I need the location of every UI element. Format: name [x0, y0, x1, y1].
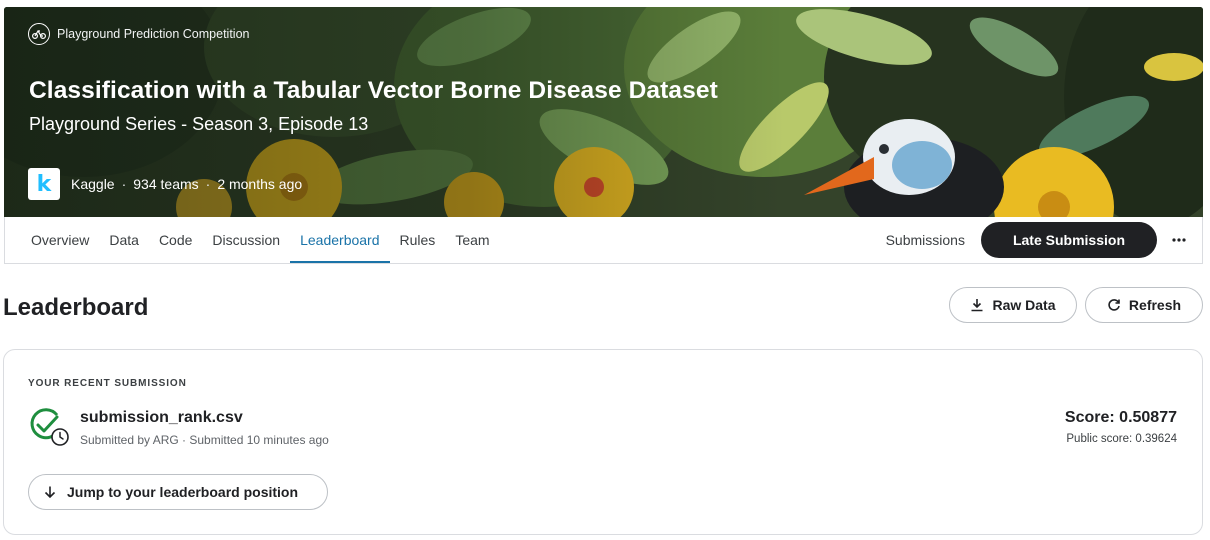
competition-subtitle: Playground Series - Season 3, Episode 13: [29, 114, 369, 134]
tab-team[interactable]: Team: [445, 217, 499, 263]
competition-meta: k Kaggle · 934 teams · 2 months ago: [28, 168, 302, 200]
late-submission-button[interactable]: Late Submission: [980, 222, 1157, 258]
tab-label: Overview: [31, 232, 90, 248]
tab-code[interactable]: Code: [149, 217, 202, 263]
tabbar-actions: Submissions Late Submission: [886, 217, 1202, 263]
submission-filename[interactable]: submission_rank.csv: [80, 409, 243, 427]
jump-to-position-button[interactable]: Jump to your leaderboard position: [28, 474, 328, 510]
recent-submission-heading: YOUR RECENT SUBMISSION: [28, 378, 187, 389]
tab-label: Discussion: [212, 232, 281, 248]
host-name[interactable]: Kaggle: [71, 176, 115, 192]
public-score: Public score: 0.39624: [1066, 433, 1177, 445]
kaggle-logo-icon[interactable]: k: [28, 168, 60, 200]
competition-tabs: Overview Data Code Discussion Leaderboar…: [21, 217, 500, 263]
more-horizontal-icon[interactable]: [1159, 220, 1199, 260]
arrow-down-icon: [44, 486, 56, 499]
meta-separator: ·: [205, 176, 211, 192]
refresh-button[interactable]: Refresh: [1085, 287, 1203, 323]
tab-rules[interactable]: Rules: [390, 217, 446, 263]
raw-data-button[interactable]: Raw Data: [949, 287, 1077, 323]
competition-type: Playground Prediction Competition: [28, 23, 249, 45]
page-title: Leaderboard: [3, 294, 149, 321]
tab-label: Leaderboard: [300, 232, 380, 248]
private-score: Score: 0.50877: [1064, 409, 1177, 426]
tab-label: Data: [109, 232, 139, 248]
team-count: 934 teams: [133, 176, 199, 192]
bicycle-icon: [28, 23, 50, 45]
tab-data[interactable]: Data: [99, 217, 149, 263]
submission-meta: Submitted by ARG · Submitted 10 minutes …: [80, 433, 329, 447]
competition-type-label: Playground Prediction Competition: [57, 27, 250, 41]
tab-label: Code: [158, 232, 193, 248]
tab-label: Rules: [399, 232, 436, 248]
competition-header: Playground Prediction Competition Classi…: [4, 7, 1203, 217]
competition-tabbar: Overview Data Code Discussion Leaderboar…: [4, 217, 1203, 264]
competition-title: Classification with a Tabular Vector Bor…: [29, 77, 718, 104]
meta-separator: ·: [121, 176, 127, 192]
recent-submission-card: YOUR RECENT SUBMISSION submission_rank.c…: [3, 349, 1203, 535]
refresh-icon: [1108, 299, 1120, 311]
tab-overview[interactable]: Overview: [21, 217, 99, 263]
refresh-label: Refresh: [1128, 297, 1182, 313]
tab-leaderboard[interactable]: Leaderboard: [290, 217, 390, 263]
competition-age: 2 months ago: [217, 176, 303, 192]
download-icon: [971, 299, 983, 312]
tab-label: Team: [455, 232, 490, 248]
raw-data-label: Raw Data: [992, 297, 1056, 313]
submissions-link[interactable]: Submissions: [886, 232, 965, 248]
jump-label: Jump to your leaderboard position: [67, 484, 299, 500]
tab-discussion[interactable]: Discussion: [202, 217, 290, 263]
check-circle-clock-icon: [30, 408, 69, 446]
